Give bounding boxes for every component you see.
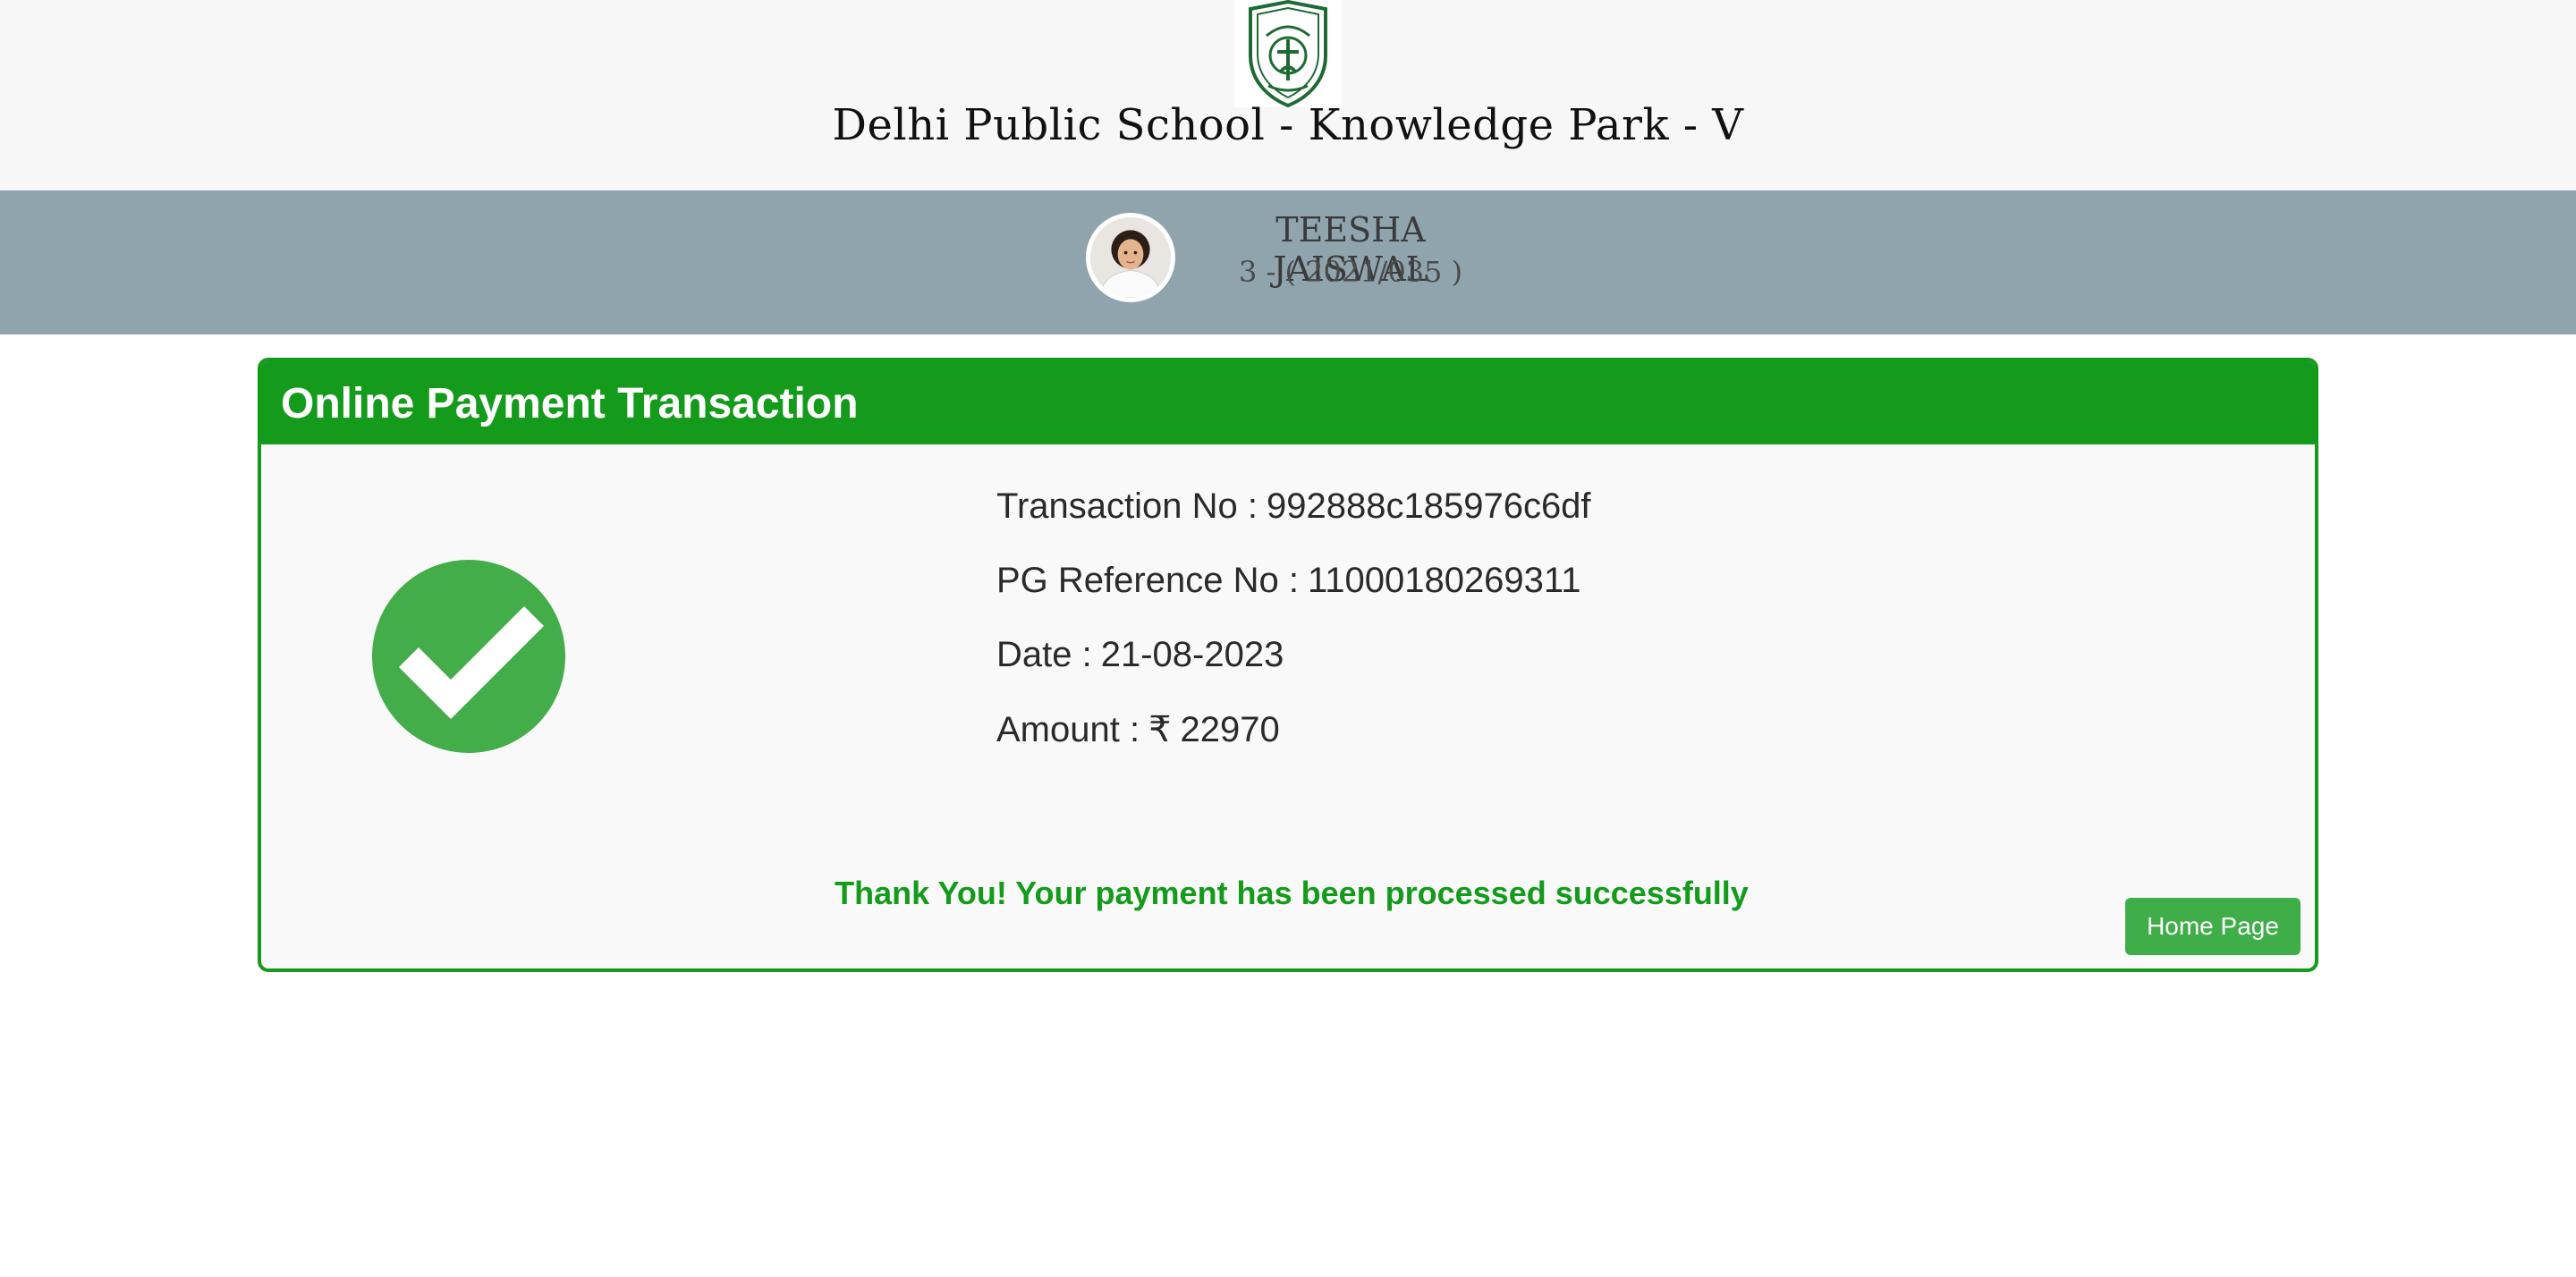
date-value: 21-08-2023 — [1100, 635, 1284, 674]
home-page-button[interactable]: Home Page — [2125, 898, 2301, 955]
transaction-no-row: Transaction No :992888c185976c6df — [996, 486, 1591, 561]
panel-heading: Online Payment Transaction — [261, 361, 2315, 444]
check-circle-icon — [372, 560, 565, 753]
student-class-info: 3 - ( 2021/035 ) — [1238, 255, 1463, 289]
amount-value: 22970 — [1180, 710, 1280, 749]
pg-reference-value: 11000180269311 — [1307, 561, 1581, 600]
amount-label: Amount : — [996, 710, 1140, 749]
transaction-no-value: 992888c185976c6df — [1266, 486, 1591, 526]
rupee-icon: ₹ — [1148, 710, 1172, 749]
success-message: Thank You! Your payment has been process… — [835, 875, 1749, 911]
amount-row: Amount : ₹22970 — [996, 709, 1591, 783]
student-avatar — [1086, 213, 1175, 302]
top-header: Delhi Public School - Knowledge Park - V — [0, 0, 2576, 190]
date-label: Date : — [996, 635, 1092, 674]
school-name: Delhi Public School - Knowledge Park - V — [832, 100, 1744, 150]
student-info-band: TEESHA JAISWAL 3 - ( 2021/035 ) — [0, 190, 2576, 334]
transaction-no-label: Transaction No : — [996, 486, 1258, 526]
school-crest-icon — [1234, 0, 1342, 107]
date-row: Date :21-08-2023 — [996, 635, 1591, 709]
transaction-details: Transaction No :992888c185976c6df PG Ref… — [996, 486, 1591, 783]
payment-transaction-panel: Online Payment Transaction Transaction N… — [258, 358, 2318, 972]
pg-reference-label: PG Reference No : — [996, 561, 1299, 600]
panel-title: Online Payment Transaction — [281, 380, 859, 427]
pg-reference-row: PG Reference No :11000180269311 — [996, 561, 1591, 635]
